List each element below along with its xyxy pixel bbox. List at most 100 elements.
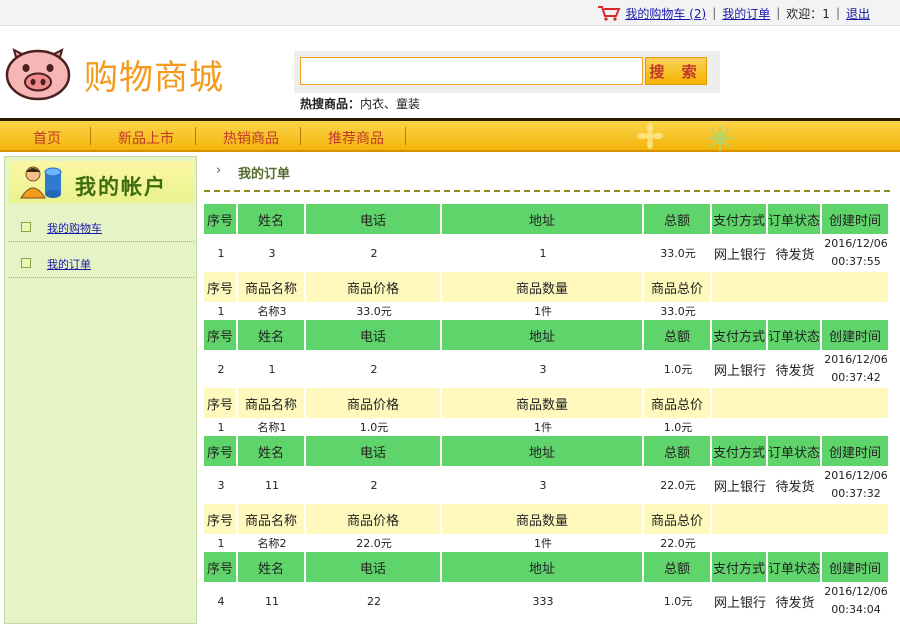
order-status: 待发货 (768, 350, 822, 388)
order-created-time: 2016/12/06 00:37:42 (822, 350, 890, 388)
page-title: 我的订单 (238, 167, 291, 182)
order-header-cell: 订单状态 (768, 436, 822, 466)
order-header-cell: 总额 (644, 320, 712, 350)
order-row: 3 11 2 3 22.0元 网上银行 待发货 2016/12/06 00:37:32 (204, 466, 890, 504)
item-header-cell: 商品数量 (442, 388, 644, 418)
item-qty: 1件 (442, 418, 644, 436)
logout-link[interactable]: 退出 (846, 5, 870, 22)
order-total: 1.0元 (644, 350, 712, 388)
item-row-filler (712, 302, 890, 320)
hot-search: 热搜商品：内衣、童装 (300, 95, 420, 112)
order-header-cell: 序号 (204, 552, 238, 582)
order-header-cell: 地址 (442, 436, 644, 466)
order-date: 2016/12/06 (824, 469, 888, 482)
nav-new-arrivals[interactable]: 新品上市 (118, 128, 174, 148)
item-sum: 33.0元 (644, 302, 712, 320)
order-no: 1 (204, 234, 238, 272)
order-created-time: 2016/12/06 00:37:32 (822, 466, 890, 504)
item-qty: 1件 (442, 534, 644, 552)
orders-table: 序号 姓名 电话 地址 总额 支付方式 订单状态 创建时间 1 3 2 1 33.0元 网上银行 待发货 20… (204, 204, 890, 620)
breadcrumb-arrow-icon: › (216, 163, 222, 178)
sidebar-item-label[interactable]: 我的购物车 (47, 220, 102, 236)
order-status: 待发货 (768, 582, 822, 620)
cart-icon[interactable] (597, 5, 621, 21)
item-header-cell: 商品数量 (442, 504, 644, 534)
item-header-cell: 商品总价 (644, 504, 712, 534)
order-time: 00:34:04 (831, 603, 881, 616)
item-header-cell: 商品价格 (306, 504, 442, 534)
item-header-row: 序号 商品名称 商品价格 商品数量 商品总价 (204, 504, 890, 534)
sidebar-item-my-orders[interactable]: 我的订单 (9, 248, 194, 278)
order-name: 1 (238, 350, 306, 388)
item-header-cell: 商品名称 (238, 272, 306, 302)
order-header-row: 序号 姓名 电话 地址 总额 支付方式 订单状态 创建时间 (204, 204, 890, 234)
sidebar-item-label[interactable]: 我的订单 (47, 256, 91, 272)
nav-recommended[interactable]: 推荐商品 (328, 128, 384, 148)
order-created-time: 2016/12/06 00:34:04 (822, 582, 890, 620)
item-header-cell: 商品总价 (644, 388, 712, 418)
item-row: 1 名称2 22.0元 1件 22.0元 (204, 534, 890, 552)
order-created-time: 2016/12/06 00:37:55 (822, 234, 890, 272)
order-name: 3 (238, 234, 306, 272)
order-address: 3 (442, 350, 644, 388)
item-header-row: 序号 商品名称 商品价格 商品数量 商品总价 (204, 272, 890, 302)
top-links: 我的购物车 (2) | 我的订单 | 欢迎：1 | 退出 (597, 5, 870, 21)
sidebar-item-my-cart[interactable]: 我的购物车 (9, 212, 194, 242)
order-header-cell: 姓名 (238, 552, 306, 582)
nav-home[interactable]: 首页 (33, 128, 61, 148)
order-date: 2016/12/06 (824, 353, 888, 366)
order-address: 333 (442, 582, 644, 620)
search-box: 搜 索 (294, 51, 720, 93)
order-pay-method: 网上银行 (712, 582, 768, 620)
brand-title[interactable]: 购物商城 (84, 50, 224, 99)
order-total: 1.0元 (644, 582, 712, 620)
order-header-row: 序号 姓名 电话 地址 总额 支付方式 订单状态 创建时间 (204, 436, 890, 466)
order-header-cell: 订单状态 (768, 552, 822, 582)
order-date: 2016/12/06 (824, 237, 888, 250)
search-input[interactable] (300, 57, 643, 85)
my-orders-link[interactable]: 我的订单 (722, 5, 770, 22)
pig-logo-icon[interactable] (4, 44, 72, 102)
order-header-cell: 支付方式 (712, 204, 768, 234)
item-header-filler (712, 504, 890, 534)
order-header-cell: 电话 (306, 320, 442, 350)
order-total: 33.0元 (644, 234, 712, 272)
user-coins-icon (20, 166, 62, 199)
order-phone: 2 (306, 234, 442, 272)
bullet-icon (21, 258, 31, 268)
order-header-cell: 创建时间 (822, 320, 890, 350)
search-button[interactable]: 搜 索 (645, 57, 707, 85)
item-header-cell: 序号 (204, 272, 238, 302)
nav-hot-sales[interactable]: 热销商品 (223, 128, 279, 148)
nav-divider (195, 127, 196, 145)
item-header-cell: 序号 (204, 388, 238, 418)
order-row: 1 3 2 1 33.0元 网上银行 待发货 2016/12/06 00:37:55 (204, 234, 890, 272)
divider (204, 190, 890, 192)
item-name: 名称2 (238, 534, 306, 552)
order-header-cell: 姓名 (238, 320, 306, 350)
order-header-cell: 总额 (644, 204, 712, 234)
nav-divider (405, 127, 406, 145)
my-cart-link[interactable]: 我的购物车 (2) (625, 5, 706, 22)
order-phone: 2 (306, 466, 442, 504)
order-header-cell: 电话 (306, 204, 442, 234)
order-header-cell: 序号 (204, 436, 238, 466)
separator: | (835, 6, 840, 20)
item-header-cell: 商品名称 (238, 388, 306, 418)
order-row: 2 1 2 3 1.0元 网上银行 待发货 2016/12/06 00:37:42 (204, 350, 890, 388)
bullet-icon (21, 222, 31, 232)
order-header-cell: 创建时间 (822, 204, 890, 234)
order-phone: 2 (306, 350, 442, 388)
main-nav: 首页 新品上市 热销商品 推荐商品 (0, 118, 900, 152)
item-price: 1.0元 (306, 418, 442, 436)
item-qty: 1件 (442, 302, 644, 320)
order-header-cell: 地址 (442, 204, 644, 234)
hot-search-items[interactable]: 内衣、童装 (360, 97, 420, 111)
order-total: 22.0元 (644, 466, 712, 504)
separator: | (712, 6, 717, 20)
order-header-cell: 订单状态 (768, 204, 822, 234)
item-row: 1 名称1 1.0元 1件 1.0元 (204, 418, 890, 436)
order-row: 4 11 22 333 1.0元 网上银行 待发货 2016/12/06 00:34:04 (204, 582, 890, 620)
order-address: 1 (442, 234, 644, 272)
order-time: 00:37:55 (831, 255, 881, 268)
